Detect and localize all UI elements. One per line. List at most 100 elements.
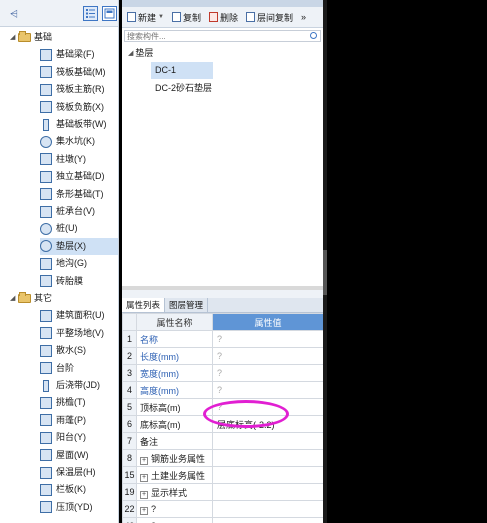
- property-value[interactable]: [212, 483, 324, 501]
- property-value[interactable]: ?: [212, 381, 324, 399]
- property-row[interactable]: 4 高度(mm)?: [122, 381, 324, 399]
- property-row[interactable]: 19 + 显示样式: [122, 483, 324, 501]
- property-row[interactable]: 5 顶标高(m)?: [122, 398, 324, 416]
- tree-item[interactable]: 台阶: [40, 360, 118, 377]
- tab-property-list[interactable]: 属性列表: [122, 298, 166, 312]
- property-name: +?: [136, 517, 213, 523]
- row-number: 7: [122, 432, 137, 450]
- tree-item[interactable]: 桩承台(V): [40, 203, 118, 220]
- tree-item-label: 栏板(K): [56, 484, 86, 495]
- delete-icon: [208, 12, 218, 22]
- tree-item-label: 基础板带(W): [56, 119, 107, 129]
- tree-item[interactable]: 筏板基础(M): [40, 64, 118, 81]
- overflow-label: »: [301, 12, 307, 22]
- property-name: +?: [136, 500, 213, 518]
- property-row[interactable]: 3 宽度(mm)?: [122, 364, 324, 382]
- tree-category-1[interactable]: ◢ 其它: [10, 290, 52, 307]
- tree-item[interactable]: 建筑面积(U): [40, 307, 118, 324]
- property-value[interactable]: [212, 500, 324, 518]
- tree-item[interactable]: 独立基础(D): [40, 168, 118, 185]
- list-view-button[interactable]: [83, 6, 98, 21]
- collapse-arrow-icon[interactable]: ◢: [128, 49, 133, 57]
- tree-item[interactable]: 集水坑(K): [40, 133, 118, 150]
- tree-item[interactable]: 基础板带(W): [40, 116, 118, 133]
- expand-plus-icon[interactable]: +: [140, 506, 148, 515]
- floor-copy-button[interactable]: 层间复制: [244, 9, 295, 25]
- tree-item[interactable]: 挑檐(T): [40, 394, 118, 411]
- property-name: 高度(mm): [136, 381, 213, 399]
- copy-button[interactable]: 复制: [170, 9, 203, 25]
- expand-plus-icon[interactable]: +: [140, 456, 148, 465]
- roof-icon: [40, 449, 52, 462]
- tree-item[interactable]: 桩(U): [40, 220, 118, 237]
- expand-plus-icon[interactable]: +: [140, 490, 148, 499]
- tree-item[interactable]: 平整场地(V): [40, 325, 118, 342]
- tree-item[interactable]: 柱墩(Y): [40, 151, 118, 168]
- property-name: 名称: [136, 330, 213, 348]
- tree-category-label: 基础: [34, 32, 53, 42]
- tree-item-label: 垫层(X): [56, 240, 86, 251]
- scrollbar-thumb[interactable]: [323, 250, 327, 295]
- balcony-icon: [40, 431, 52, 444]
- collapse-tree-icon[interactable]: ⩤: [10, 9, 18, 20]
- property-value[interactable]: 层底标高(-2.2): [212, 415, 324, 433]
- tab-layer-management[interactable]: 图层管理: [165, 298, 209, 312]
- search-icon[interactable]: [310, 32, 317, 39]
- insulation-icon: [40, 466, 52, 479]
- delete-button[interactable]: 删除: [207, 9, 240, 25]
- property-value[interactable]: [212, 517, 324, 523]
- tree-item[interactable]: 压顶(YD): [40, 499, 118, 516]
- property-row[interactable]: 7 备注: [122, 432, 324, 450]
- expand-plus-icon[interactable]: +: [140, 473, 148, 482]
- brick-form-icon: [40, 275, 52, 288]
- pile-cap-icon: [40, 205, 52, 218]
- grid-view-button[interactable]: [102, 6, 117, 21]
- component-item-dc-2[interactable]: DC-2砂石垫层: [151, 80, 216, 97]
- property-value[interactable]: ?: [212, 330, 324, 348]
- collapse-arrow-icon[interactable]: ◢: [10, 290, 17, 307]
- row-number: 6: [122, 415, 137, 433]
- property-row[interactable]: 22 +?: [122, 500, 324, 518]
- tree-category-0[interactable]: ◢ 基础: [10, 29, 52, 46]
- component-item-dc-1[interactable]: DC-1: [151, 62, 213, 79]
- tree-item[interactable]: 雨蓬(P): [40, 412, 118, 429]
- property-value[interactable]: [212, 432, 324, 450]
- tree-item[interactable]: 条形基础(T): [40, 186, 118, 203]
- property-value[interactable]: ?: [212, 347, 324, 365]
- property-value[interactable]: ?: [212, 364, 324, 382]
- property-row[interactable]: 15 + 土建业务属性: [122, 466, 324, 484]
- new-button[interactable]: 新建 ▼: [125, 9, 166, 25]
- collapse-arrow-icon[interactable]: ◢: [10, 29, 17, 46]
- tree-item[interactable]: 栏板(K): [40, 481, 118, 498]
- tree-item[interactable]: 地沟(G): [40, 255, 118, 272]
- tree-item-label: 散水(S): [56, 345, 86, 356]
- toolbar-overflow-button[interactable]: »: [299, 9, 308, 25]
- property-value[interactable]: ?: [212, 398, 324, 416]
- floor-copy-label: 层间复制: [257, 12, 294, 23]
- property-row[interactable]: 1 名称?: [122, 330, 324, 348]
- tree-item[interactable]: 屋面(W): [40, 447, 118, 464]
- tree-item[interactable]: 基础梁(F): [40, 46, 118, 63]
- tree-item[interactable]: 筏板负筋(X): [40, 99, 118, 116]
- property-row[interactable]: 2 长度(mm)?: [122, 347, 324, 365]
- property-row[interactable]: 6 底标高(m) 层底标高(-2.2): [122, 415, 324, 433]
- component-group-cushion[interactable]: ◢ 垫层: [128, 46, 153, 59]
- property-row[interactable]: 49+?: [122, 517, 324, 523]
- search-input[interactable]: [125, 31, 305, 42]
- property-name-text: 钢筋业务属性: [151, 453, 206, 464]
- panel-tab-strip: [122, 0, 323, 7]
- tree-item[interactable]: 筏板主筋(R): [40, 81, 118, 98]
- property-row[interactable]: 8 + 钢筋业务属性: [122, 449, 324, 467]
- tree-item-label: 桩承台(V): [56, 206, 95, 216]
- tree-item[interactable]: 保温层(H): [40, 464, 118, 481]
- tree-item[interactable]: 后浇带(JD): [40, 377, 118, 394]
- property-value[interactable]: [212, 466, 324, 484]
- tree-item-label: 集水坑(K): [56, 136, 95, 147]
- tree-item-label: 地沟(G): [56, 258, 87, 269]
- property-value[interactable]: [212, 449, 324, 467]
- tree-item[interactable]: 阳台(Y): [40, 429, 118, 446]
- tree-item[interactable]: 散水(S): [40, 342, 118, 359]
- component-type-tree: ⩤ ◢ 基础基础梁(F) 筏板基础(M) 筏板主筋(R) 筏板负筋(X) 基础板带(W) 集…: [0, 0, 119, 523]
- tree-item[interactable]: 垫层(X): [40, 237, 118, 255]
- tree-item[interactable]: 砖胎膜: [40, 273, 118, 290]
